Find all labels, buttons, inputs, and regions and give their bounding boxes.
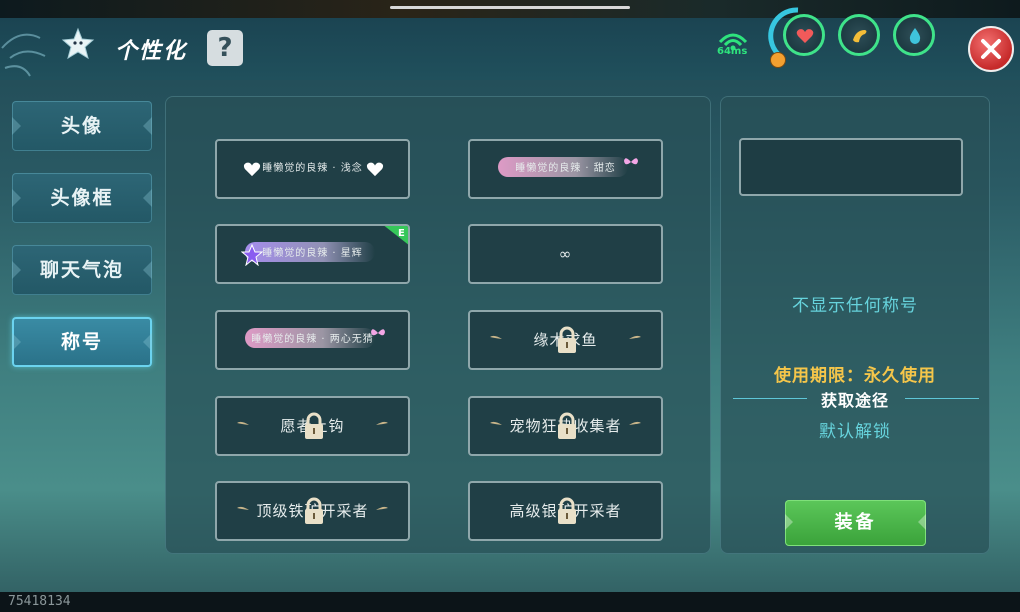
butterfly-icon <box>371 329 385 336</box>
title-name-text: 不显示任何称号 <box>792 296 918 316</box>
ping-readout: 64ms <box>717 46 748 57</box>
food-stat-button[interactable] <box>838 14 880 56</box>
sidebar-item-chat-bubble[interactable]: 聊天气泡 <box>12 245 152 295</box>
title-card[interactable]: 睡懒觉的良辣 · 星辉 E <box>215 224 410 284</box>
lock-icon <box>558 326 576 353</box>
player-uid: 75418134 <box>8 594 71 609</box>
sidebar-item-title[interactable]: 称号 <box>12 317 152 367</box>
title-card[interactable]: 睡懒觉的良辣 · 浅念 <box>215 139 410 199</box>
bottom-strip <box>0 592 1020 612</box>
star-icon <box>61 27 95 60</box>
title-preview-box <box>739 138 963 196</box>
title-card-locked[interactable]: 愿者上钩 <box>215 396 410 456</box>
page-title: 个性化 <box>115 39 188 64</box>
butterfly-icon <box>624 158 638 165</box>
close-icon <box>981 39 1001 59</box>
title-card-locked[interactable]: 顶级铁矿开采者 <box>215 481 410 541</box>
heart-icon <box>366 162 384 177</box>
title-card-label: 睡懒觉的良辣 · 星辉 <box>262 248 363 259</box>
obtain-method-heading: 获取途径 <box>820 391 889 410</box>
obtain-method-value: 默认解锁 <box>819 422 891 442</box>
title-card-locked[interactable]: 缘木求鱼 <box>468 310 663 370</box>
heart-icon <box>796 29 814 43</box>
help-button[interactable]: ? <box>207 30 243 66</box>
lock-icon <box>558 497 576 524</box>
sidebar-item-avatar[interactable]: 头像 <box>12 101 152 151</box>
rank-badge-icon <box>770 52 786 68</box>
leaf-decoration-icon <box>1 33 46 77</box>
new-badge-label: E <box>398 228 405 239</box>
title-card-locked[interactable]: 高级银矿开采者 <box>468 481 663 541</box>
lock-icon <box>305 412 323 439</box>
wing-icon <box>376 421 388 425</box>
wing-icon <box>629 421 641 425</box>
new-badge-icon: E <box>384 226 408 245</box>
wing-icon <box>376 506 388 510</box>
sidebar-item-avatar-frame[interactable]: 头像框 <box>12 173 152 223</box>
title-card-label: ∞ <box>558 245 573 263</box>
title-card-locked[interactable]: 宠物狂热收集者 <box>468 396 663 456</box>
title-card[interactable]: 睡懒觉的良辣 · 甜恋 <box>468 139 663 199</box>
wing-icon <box>629 335 641 339</box>
title-card[interactable]: 睡懒觉的良辣 · 两心无猜 <box>215 310 410 370</box>
water-stat-button[interactable] <box>893 14 935 56</box>
equip-button[interactable]: 装备 <box>785 500 926 546</box>
title-card[interactable]: ∞ <box>468 224 663 284</box>
lock-icon <box>558 412 576 439</box>
close-button[interactable] <box>968 26 1014 72</box>
water-icon <box>909 28 921 44</box>
heart-stat-button[interactable] <box>783 14 825 56</box>
title-card-label: 睡懒觉的良辣 · 两心无猜 <box>251 334 374 345</box>
lock-icon <box>305 497 323 524</box>
usage-period-text: 使用期限：永久使用 <box>774 366 936 386</box>
top-handle-bar[interactable] <box>390 6 630 9</box>
food-icon <box>853 30 867 43</box>
title-card-label: 睡懒觉的良辣 · 甜恋 <box>515 163 616 174</box>
